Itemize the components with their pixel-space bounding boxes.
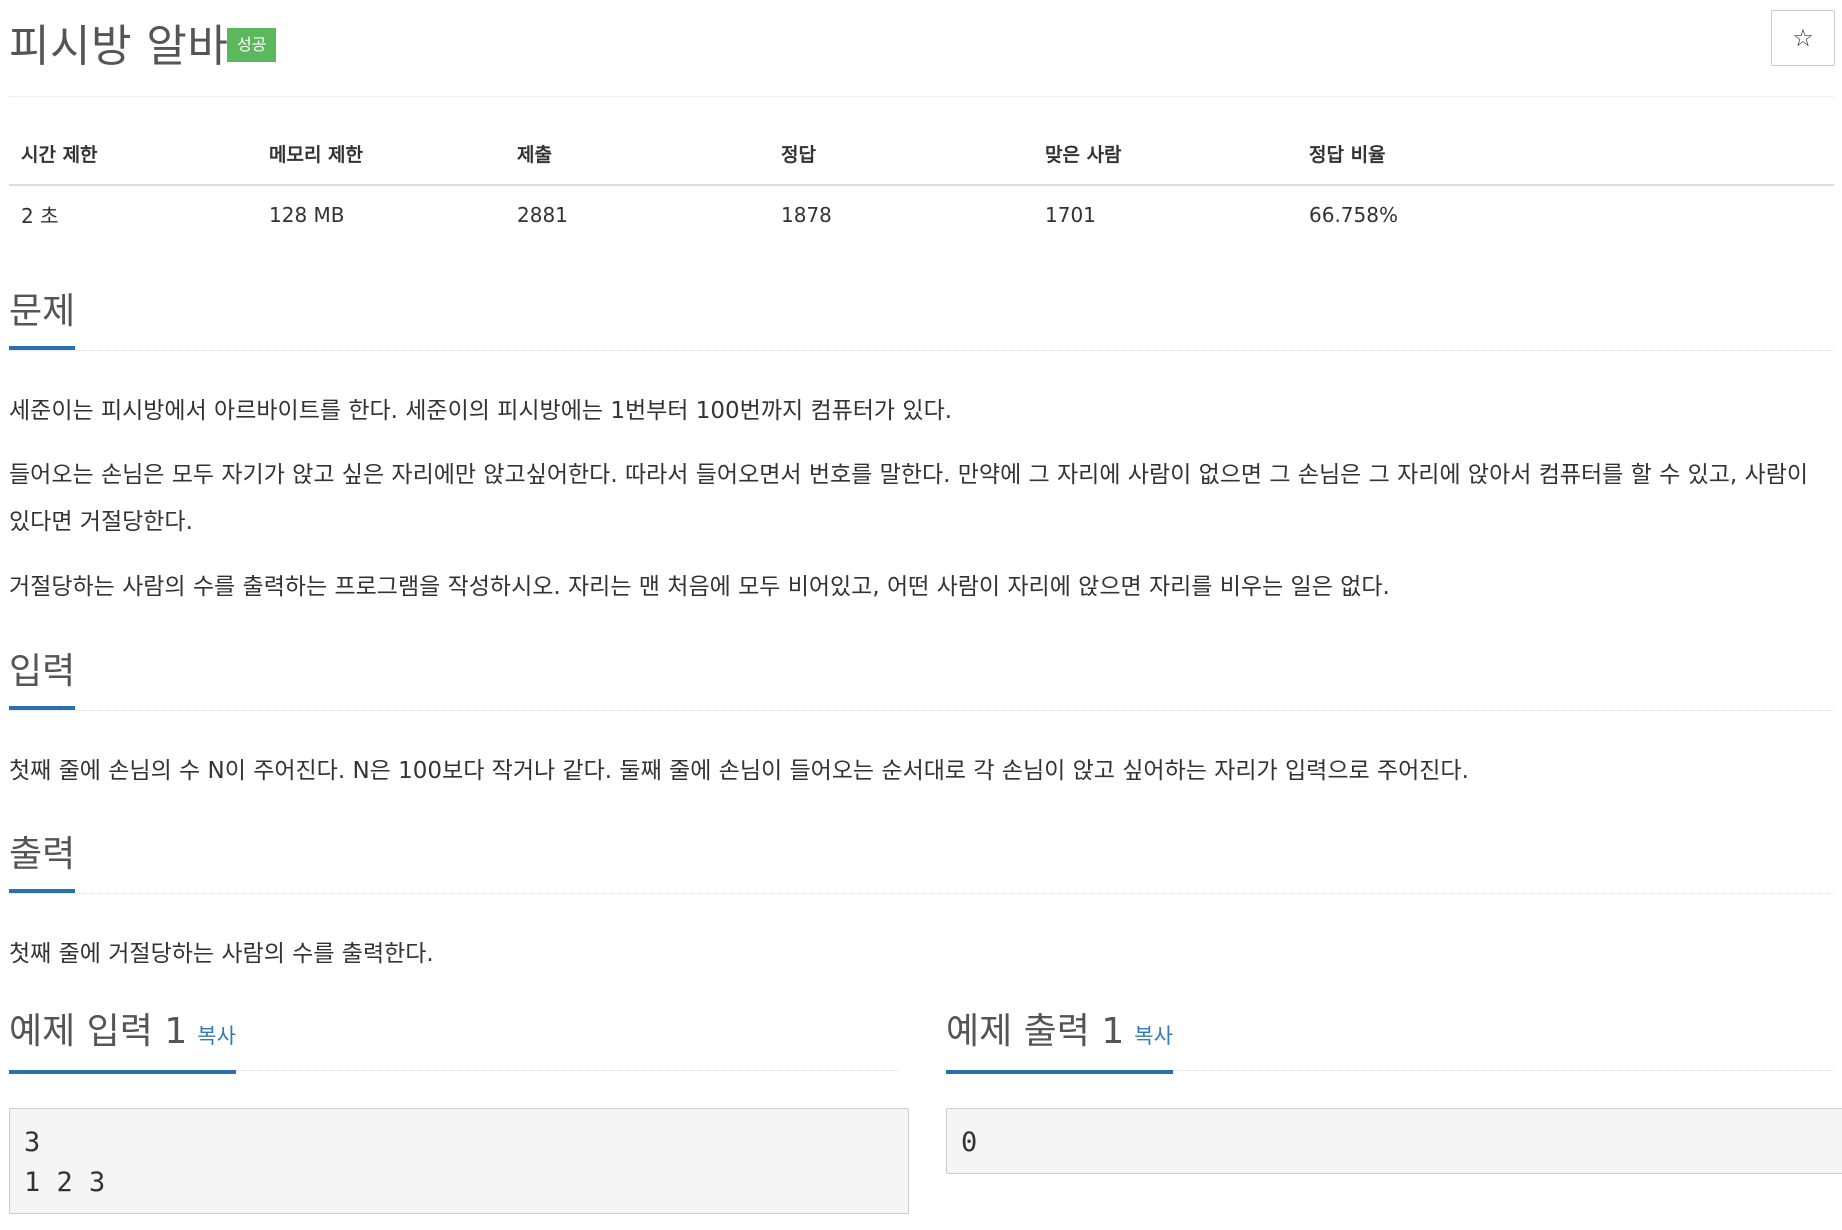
header-accepted: 정답: [769, 136, 1033, 186]
header-submissions: 제출: [505, 136, 769, 186]
value-accepted[interactable]: 1878: [769, 185, 1033, 229]
output-heading: 출력: [9, 833, 1834, 894]
problem-info-table: 시간 제한 메모리 제한 제출 정답 맞은 사람 정답 비율 2 초 128 M…: [9, 136, 1834, 229]
problem-title: 피시방 알바: [9, 21, 229, 72]
problem-heading-text: 문제: [9, 290, 76, 350]
output-paragraph: 첫째 줄에 거절당하는 사람의 수를 출력한다.: [9, 941, 434, 967]
title-row: 피시방 알바 성공 ☆: [9, 8, 1835, 97]
header-solved-users: 맞은 사람: [1033, 136, 1297, 186]
header-time-limit: 시간 제한: [9, 136, 257, 186]
sample-output-box[interactable]: 0: [946, 1108, 1842, 1174]
header-memory-limit: 메모리 제한: [257, 136, 505, 186]
sample-input-heading-text: 예제 입력 1 복사: [9, 1010, 236, 1074]
info-header-row: 시간 제한 메모리 제한 제출 정답 맞은 사람 정답 비율: [9, 136, 1834, 186]
star-button[interactable]: ☆: [1771, 10, 1835, 66]
input-paragraph: 첫째 줄에 손님의 수 N이 주어진다. N은 100보다 작거나 같다. 둘째…: [9, 758, 1469, 784]
problem-page: 피시방 알바 성공 ☆ 시간 제한 메모리 제한 제출 정답 맞은 사람 정답 …: [0, 0, 1842, 1230]
problem-paragraph-3: 거절당하는 사람의 수를 출력하는 프로그램을 작성하시오. 자리는 맨 처음에…: [9, 574, 1390, 600]
value-memory-limit: 128 MB: [269, 202, 345, 227]
sample-input-heading: 예제 입력 1 복사: [9, 1010, 897, 1074]
sample-output-heading: 예제 출력 1 복사: [946, 1010, 1834, 1074]
star-icon: ☆: [1792, 24, 1814, 52]
value-time-limit: 2 초: [21, 204, 59, 228]
input-heading: 입력: [9, 650, 1834, 711]
info-value-row: 2 초 128 MB 2881 1878 1701 66.758%: [9, 185, 1834, 229]
value-solved-users[interactable]: 1701: [1033, 185, 1297, 229]
header-accept-ratio: 정답 비율: [1297, 136, 1834, 186]
copy-sample-input-button[interactable]: 복사: [197, 1024, 236, 1048]
copy-sample-output-button[interactable]: 복사: [1134, 1024, 1173, 1048]
status-badge: 성공: [227, 28, 277, 62]
input-heading-text: 입력: [9, 650, 76, 710]
sample-input-box[interactable]: 3 1 2 3: [9, 1108, 909, 1214]
problem-heading: 문제: [9, 290, 1834, 351]
sample-output-heading-text: 예제 출력 1 복사: [946, 1010, 1173, 1074]
problem-paragraph-1: 세준이는 피시방에서 아르바이트를 한다. 세준이의 피시방에는 1번부터 10…: [9, 398, 953, 424]
sample-input-title: 예제 입력 1: [9, 1011, 188, 1052]
output-heading-text: 출력: [9, 833, 76, 893]
sample-output-title: 예제 출력 1: [946, 1011, 1125, 1052]
value-submissions[interactable]: 2881: [505, 185, 769, 229]
value-accept-ratio: 66.758%: [1309, 202, 1398, 227]
problem-paragraph-2: 들어오는 손님은 모두 자기가 앉고 싶은 자리에만 앉고싶어한다. 따라서 들…: [9, 462, 1809, 535]
